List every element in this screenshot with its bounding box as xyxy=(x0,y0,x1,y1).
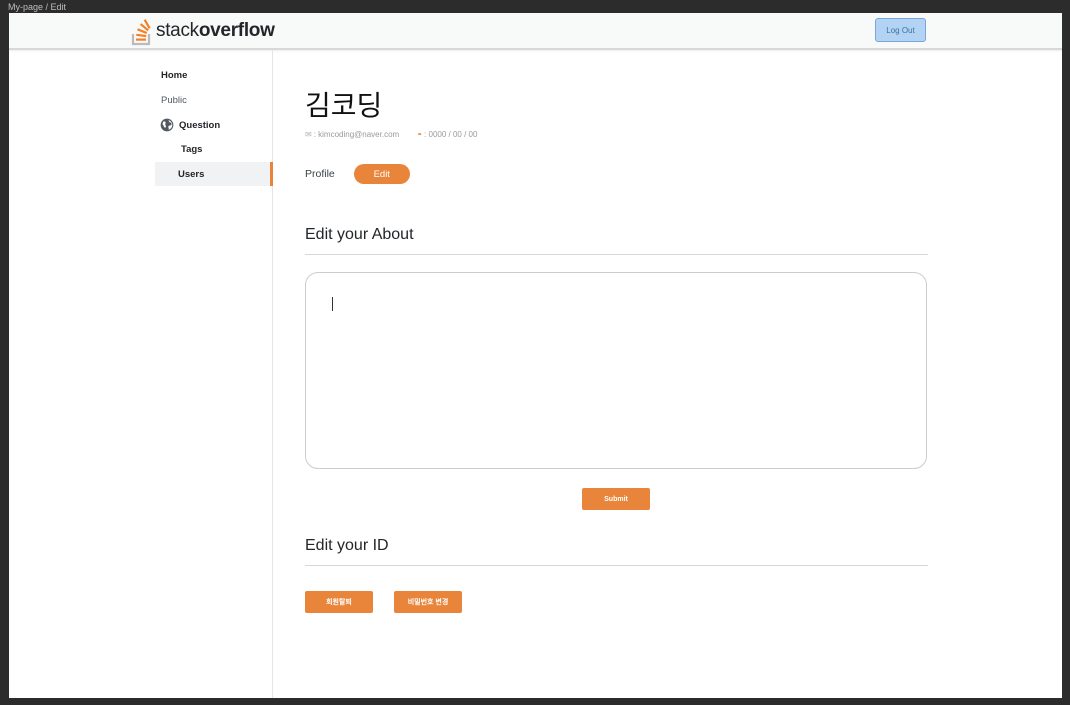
sidebar-item-question[interactable]: Question xyxy=(160,118,220,132)
stack-logo-icon xyxy=(131,18,151,45)
id-section-title: Edit your ID xyxy=(305,537,389,554)
sidebar-item-label: Question xyxy=(179,119,221,131)
text-caret xyxy=(332,297,333,311)
sidebar-item-label: Users xyxy=(178,168,205,180)
sidebar-item-public[interactable]: Public xyxy=(161,95,187,106)
birthday-cake-icon: ◓ xyxy=(417,130,423,139)
user-meta: ✉ : kimcoding@naver.com ◓ : 0000 / 00 / … xyxy=(305,130,477,139)
tab-edit[interactable]: Edit xyxy=(353,164,410,184)
id-section-divider xyxy=(305,565,928,566)
frame-label: My-page / Edit xyxy=(8,2,67,12)
submit-button[interactable]: Submit xyxy=(582,488,650,510)
user-display-name: 김코딩 xyxy=(305,90,383,121)
sidebar-item-users[interactable]: Users xyxy=(155,162,273,186)
logo-text-light: stack xyxy=(156,19,199,41)
about-textarea[interactable] xyxy=(305,272,927,469)
profile-tabs: Profile Edit xyxy=(305,164,410,184)
about-section-divider xyxy=(305,254,928,255)
change-password-button[interactable]: 비밀번호 변경 xyxy=(394,591,462,613)
globe-icon xyxy=(160,118,174,132)
top-bar: stackoverflow Log Out xyxy=(9,13,1062,50)
logout-button[interactable]: Log Out xyxy=(875,18,926,42)
user-birthday: : 0000 / 00 / 00 xyxy=(424,130,478,139)
user-email: : kimcoding@naver.com xyxy=(313,130,400,139)
logo-wordmark: stackoverflow xyxy=(156,20,275,42)
about-section-title: Edit your About xyxy=(305,226,414,243)
sidebar-item-tags[interactable]: Tags xyxy=(181,144,202,155)
tab-profile[interactable]: Profile xyxy=(305,168,335,180)
mail-icon: ✉ xyxy=(305,130,312,139)
sidebar-item-home[interactable]: Home xyxy=(161,70,187,81)
stackoverflow-logo[interactable]: stackoverflow xyxy=(131,15,275,46)
left-sidebar: Home Public Question Tags Users xyxy=(9,50,273,698)
logo-text-bold: overflow xyxy=(198,19,275,41)
withdraw-account-button[interactable]: 회원탈퇴 xyxy=(305,591,373,613)
page-canvas: stackoverflow Log Out Home Public Questi… xyxy=(9,13,1062,698)
